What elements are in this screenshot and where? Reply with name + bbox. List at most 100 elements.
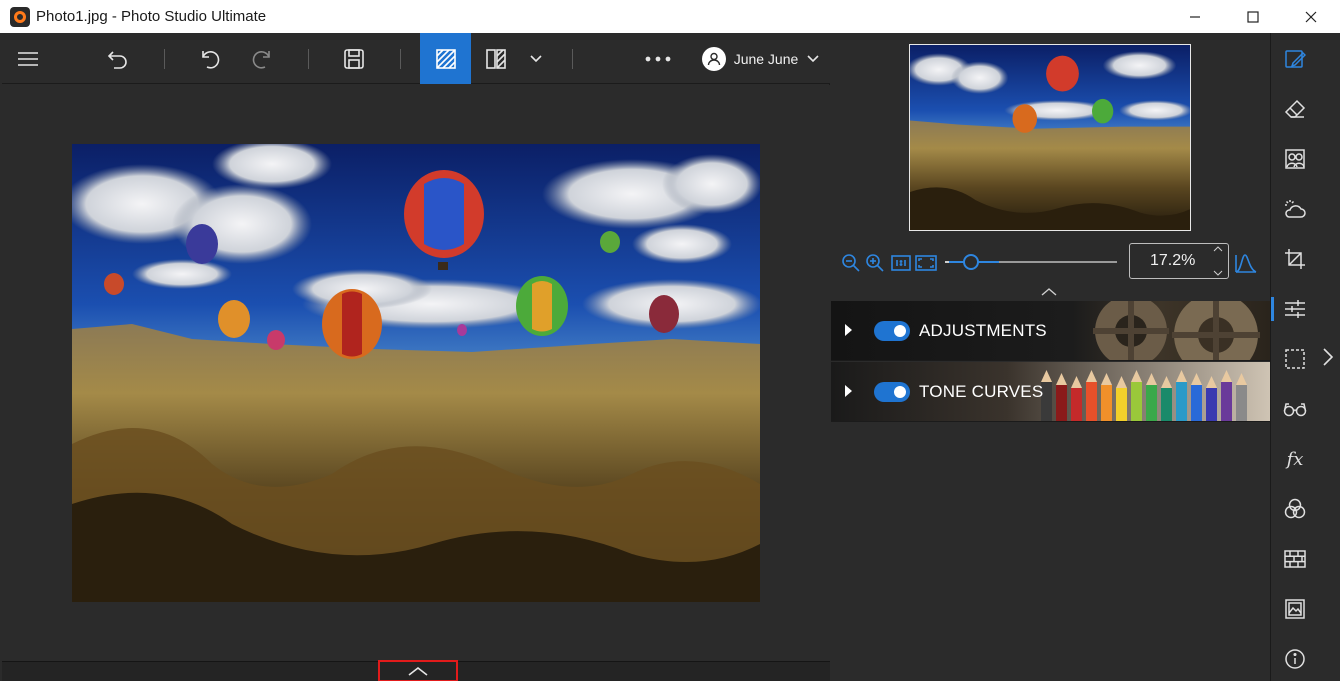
chevron-down-icon <box>807 54 819 62</box>
top-toolbar: June June <box>2 33 830 84</box>
fx-icon: fx <box>1286 448 1304 470</box>
image-canvas[interactable] <box>2 85 830 661</box>
toolbar-separator <box>400 49 401 69</box>
zoom-out-button[interactable] <box>841 253 861 278</box>
actual-size-button[interactable] <box>891 253 911 278</box>
side-toolbar: fx <box>1270 33 1318 681</box>
undo-button[interactable] <box>98 33 138 84</box>
main-photo[interactable] <box>72 144 760 602</box>
expand-arrow-icon[interactable] <box>845 324 852 336</box>
tool-info[interactable] <box>1271 639 1319 679</box>
image-frame-icon <box>1285 599 1305 619</box>
pencil-decoration <box>1236 385 1247 421</box>
user-account-button[interactable]: June June <box>698 33 824 84</box>
crop-icon <box>1285 249 1305 269</box>
tool-edit[interactable] <box>1271 39 1319 79</box>
zoom-out-icon <box>842 254 860 272</box>
save-icon <box>344 48 364 69</box>
expand-arrow-icon[interactable] <box>845 385 852 397</box>
minimize-icon <box>1190 15 1200 18</box>
chevron-down-icon <box>530 54 542 62</box>
undo-icon <box>107 50 127 69</box>
section-label: TONE CURVES <box>919 382 1044 401</box>
zoom-slider[interactable] <box>949 254 1117 270</box>
tool-adjustments[interactable] <box>1271 289 1319 329</box>
tone-curves-toggle[interactable] <box>874 382 910 402</box>
expand-right-button[interactable] <box>1322 347 1334 372</box>
close-icon <box>1305 11 1317 22</box>
chevron-up-icon <box>1041 288 1057 296</box>
sliders-icon <box>1285 300 1305 318</box>
pencil-decoration <box>1221 382 1232 421</box>
navigator-thumbnail[interactable] <box>909 44 1191 231</box>
portrait-icon <box>1285 149 1305 169</box>
minimize-button[interactable] <box>1166 0 1224 33</box>
histogram-button[interactable] <box>1235 253 1257 278</box>
pencil-decoration <box>1161 388 1172 421</box>
app-window: Photo1.jpg - Photo Studio Ultimate June … <box>0 0 1340 681</box>
menu-button[interactable] <box>8 33 48 84</box>
app-logo-icon <box>10 6 30 27</box>
spin-up-icon[interactable] <box>1213 246 1223 252</box>
compare-split-button[interactable] <box>420 33 471 84</box>
edit-icon <box>1285 50 1306 68</box>
pencil-decoration <box>1146 385 1157 421</box>
selection-icon <box>1285 349 1305 369</box>
right-panel: 17.2% ADJUSTMENTS TONE CURVES <box>831 33 1270 681</box>
tool-color-mix[interactable] <box>1271 489 1319 529</box>
tool-image-frame[interactable] <box>1271 589 1319 629</box>
zoom-value: 17.2% <box>1150 252 1196 269</box>
pencil-decoration <box>1191 385 1202 421</box>
tool-selection[interactable] <box>1271 339 1319 379</box>
tool-texture[interactable] <box>1271 539 1319 579</box>
rotate-right-button[interactable] <box>242 33 282 84</box>
bottom-panel-strip <box>2 660 830 681</box>
actual-size-icon <box>891 255 911 271</box>
more-button[interactable] <box>638 33 678 84</box>
panel-expander[interactable] <box>1318 33 1340 681</box>
pencil-decoration <box>1176 382 1187 421</box>
rotate-left-icon <box>202 50 220 69</box>
zoom-slider-handle[interactable] <box>963 254 979 270</box>
weather-icon <box>1285 200 1306 218</box>
close-button[interactable] <box>1282 0 1340 33</box>
pencil-decoration <box>1086 382 1097 421</box>
maximize-button[interactable] <box>1224 0 1282 33</box>
tool-effects[interactable]: fx <box>1271 439 1319 479</box>
tool-eraser[interactable] <box>1271 89 1319 129</box>
tone-curves-section[interactable]: TONE CURVES <box>831 362 1270 422</box>
spin-down-icon[interactable] <box>1213 270 1223 276</box>
rotate-left-button[interactable] <box>190 33 230 84</box>
window-title: Photo1.jpg - Photo Studio Ultimate <box>36 8 267 25</box>
user-icon <box>701 46 726 71</box>
thumbnail-image <box>910 45 1190 230</box>
info-icon <box>1285 649 1305 669</box>
more-icon <box>645 56 671 61</box>
tool-weather[interactable] <box>1271 189 1319 229</box>
tool-glasses[interactable] <box>1271 389 1319 429</box>
tool-portrait[interactable] <box>1271 139 1319 179</box>
glasses-icon <box>1283 403 1307 417</box>
adjustments-toggle[interactable] <box>874 321 910 341</box>
toolbar-separator <box>164 49 165 69</box>
adjustments-section[interactable]: ADJUSTMENTS <box>831 301 1270 361</box>
compare-side-button[interactable] <box>476 33 516 84</box>
toolbar-separator <box>572 49 573 69</box>
color-mix-icon <box>1284 498 1306 519</box>
zoom-value-field[interactable]: 17.2% <box>1129 243 1229 279</box>
zoom-spinner[interactable] <box>1212 246 1224 276</box>
compare-split-icon <box>435 48 456 69</box>
pencil-decoration <box>1116 388 1127 421</box>
compare-dropdown-button[interactable] <box>522 33 550 84</box>
tool-crop[interactable] <box>1271 239 1319 279</box>
expand-bottom-panel-button[interactable] <box>378 660 458 681</box>
save-button[interactable] <box>334 33 374 84</box>
fit-to-screen-button[interactable] <box>915 253 937 278</box>
eraser-icon <box>1284 99 1306 118</box>
toolbar-separator <box>308 49 309 69</box>
chevron-up-icon <box>408 666 428 676</box>
collapse-navigator-button[interactable] <box>1041 284 1057 302</box>
zoom-in-button[interactable] <box>865 253 885 278</box>
section-label: ADJUSTMENTS <box>919 321 1047 340</box>
chevron-right-icon <box>1323 348 1334 366</box>
